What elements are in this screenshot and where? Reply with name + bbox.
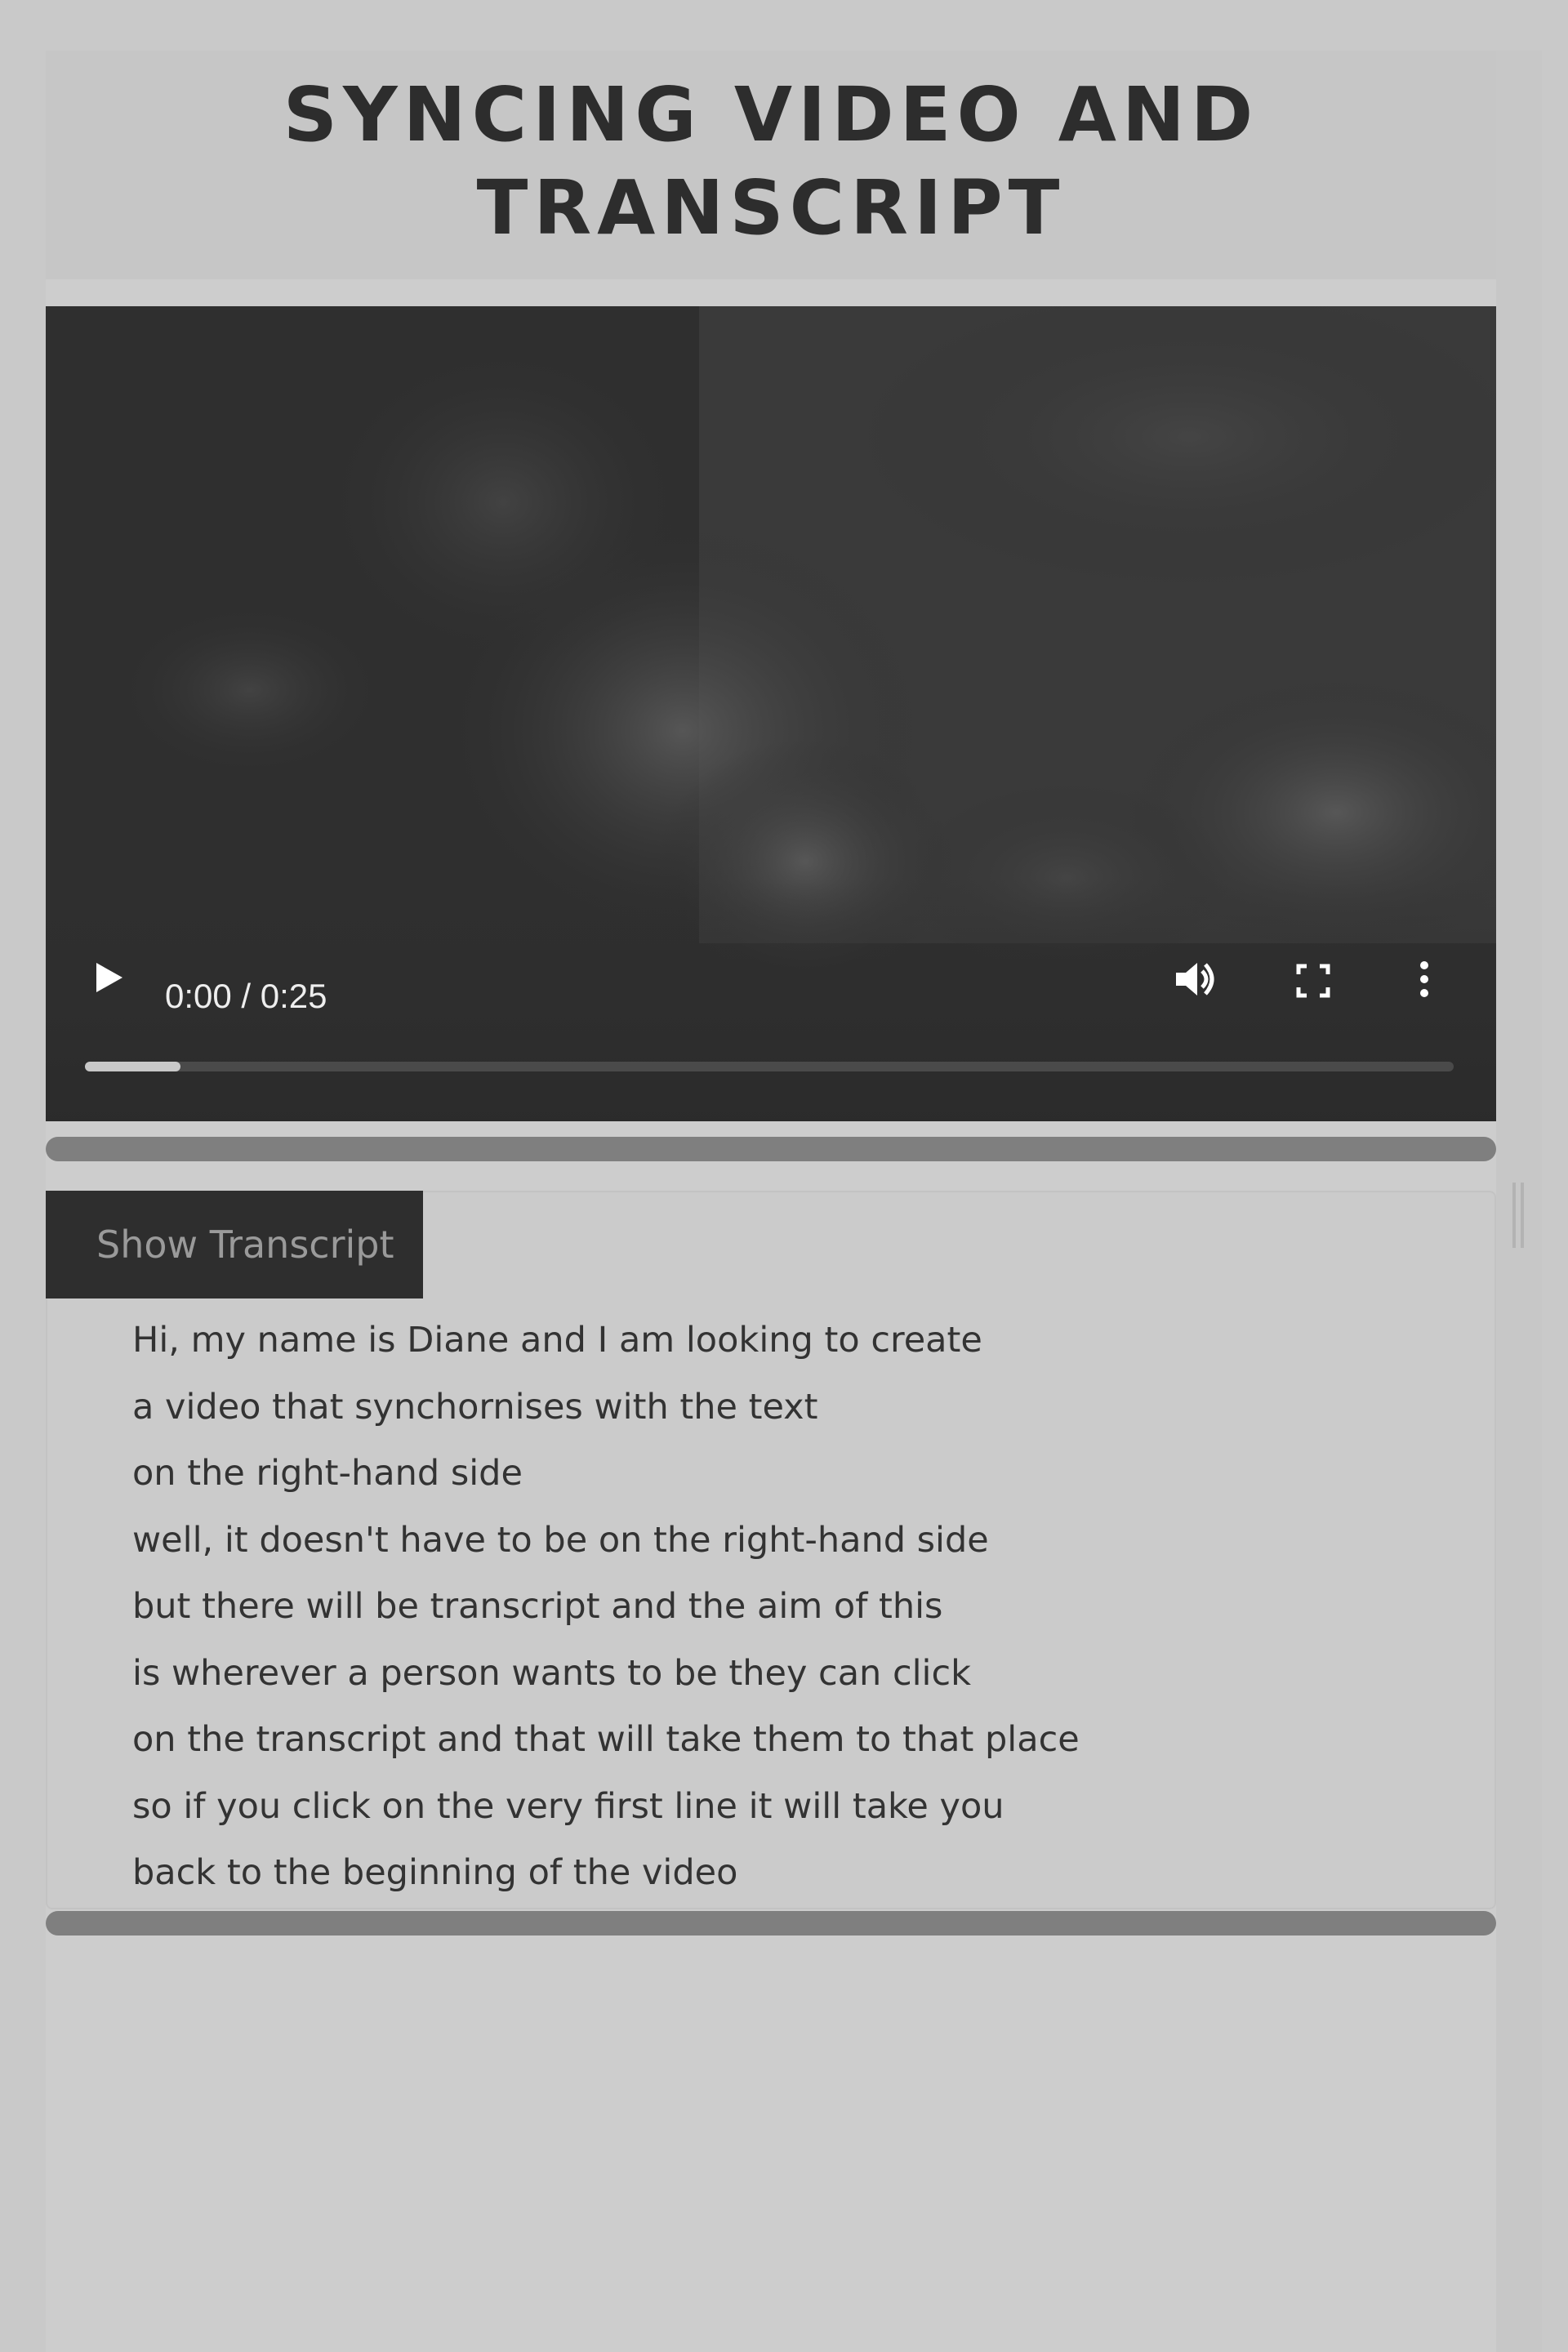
transcript-line[interactable]: on the transcript and that will take the…: [132, 1719, 1080, 1760]
show-transcript-button[interactable]: Show Transcript: [46, 1191, 423, 1298]
play-icon[interactable]: [93, 960, 126, 999]
seek-bar[interactable]: [85, 1062, 1454, 1071]
transcript-line[interactable]: a video that synchornises with the text: [132, 1387, 818, 1428]
transcript-line[interactable]: but there will be transcript and the aim…: [132, 1586, 942, 1627]
time-display: 0:00 / 0:25: [165, 977, 327, 1015]
transcript-line[interactable]: well, it doesn't have to be on the right…: [132, 1520, 989, 1561]
transcript-line[interactable]: on the right-hand side: [132, 1453, 523, 1494]
fullscreen-icon[interactable]: [1295, 963, 1331, 1002]
transcript-horizontal-scrollbar[interactable]: [46, 1911, 1496, 1936]
transcript-line[interactable]: back to the beginning of the video: [132, 1852, 737, 1893]
seek-bar-buffered: [85, 1062, 180, 1071]
video-horizontal-scrollbar[interactable]: [46, 1137, 1496, 1161]
transcript-line[interactable]: is wherever a person wants to be they ca…: [132, 1653, 971, 1694]
transcript-line[interactable]: Hi, my name is Diane and I am looking to…: [132, 1320, 982, 1361]
page-title-line-2: TRANSCRIPT: [476, 164, 1066, 252]
video-player[interactable]: 0:00 / 0:25: [46, 306, 1496, 1121]
page-title: SYNCING VIDEO AND TRANSCRIPT: [46, 69, 1496, 255]
more-vertical-icon[interactable]: [1418, 960, 1431, 1002]
volume-icon[interactable]: [1173, 960, 1217, 1002]
transcript-line[interactable]: so if you click on the very first line i…: [132, 1786, 1004, 1827]
page-title-line-1: SYNCING VIDEO AND: [283, 71, 1259, 158]
resize-handle[interactable]: [1511, 1183, 1527, 1248]
